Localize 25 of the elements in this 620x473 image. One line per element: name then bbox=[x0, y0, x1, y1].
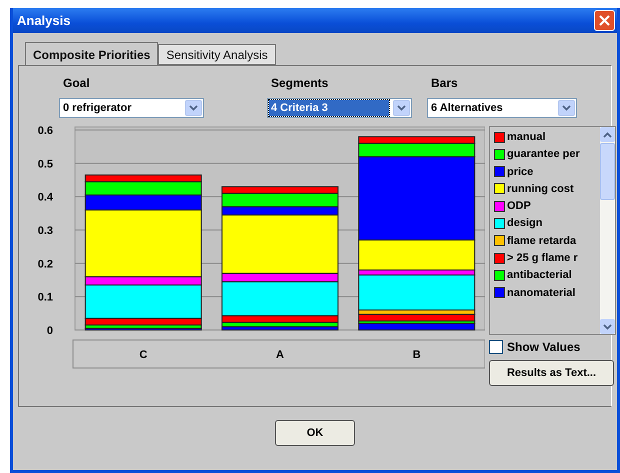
axis-tick-label: 0.2 bbox=[38, 258, 53, 270]
window-title: Analysis bbox=[17, 13, 70, 28]
legend-label: nanomaterial bbox=[507, 286, 576, 299]
legend-label: price bbox=[507, 166, 534, 178]
legend-label: ODP bbox=[507, 200, 531, 212]
legend-label: manual bbox=[507, 131, 546, 143]
axis-tick-label: 0.4 bbox=[38, 192, 53, 204]
checkbox-label: Show Values bbox=[507, 340, 580, 354]
selector-label: Goal bbox=[62, 76, 91, 90]
category-label: A bbox=[276, 349, 284, 361]
axis-tick-label: 0.3 bbox=[38, 225, 53, 237]
legend-label: design bbox=[507, 217, 542, 230]
legend-label: antibacterial bbox=[507, 269, 572, 282]
selector-label: Bars bbox=[430, 76, 459, 90]
axis-tick-label: 0.6 bbox=[38, 126, 53, 137]
axis-tick-label: 0.1 bbox=[38, 292, 53, 304]
legend-label: guarantee per bbox=[507, 148, 580, 160]
category-label: B bbox=[412, 349, 421, 361]
selector-label: Segments bbox=[270, 76, 330, 90]
legend-label: flame retarda bbox=[507, 234, 576, 247]
category-label: C bbox=[139, 349, 148, 361]
axis-tick-label: 0 bbox=[46, 325, 53, 337]
axis-tick-label: 0.5 bbox=[38, 158, 53, 170]
legend-label: running cost bbox=[507, 182, 574, 195]
legend-label: > 25 g flame r bbox=[507, 252, 578, 264]
